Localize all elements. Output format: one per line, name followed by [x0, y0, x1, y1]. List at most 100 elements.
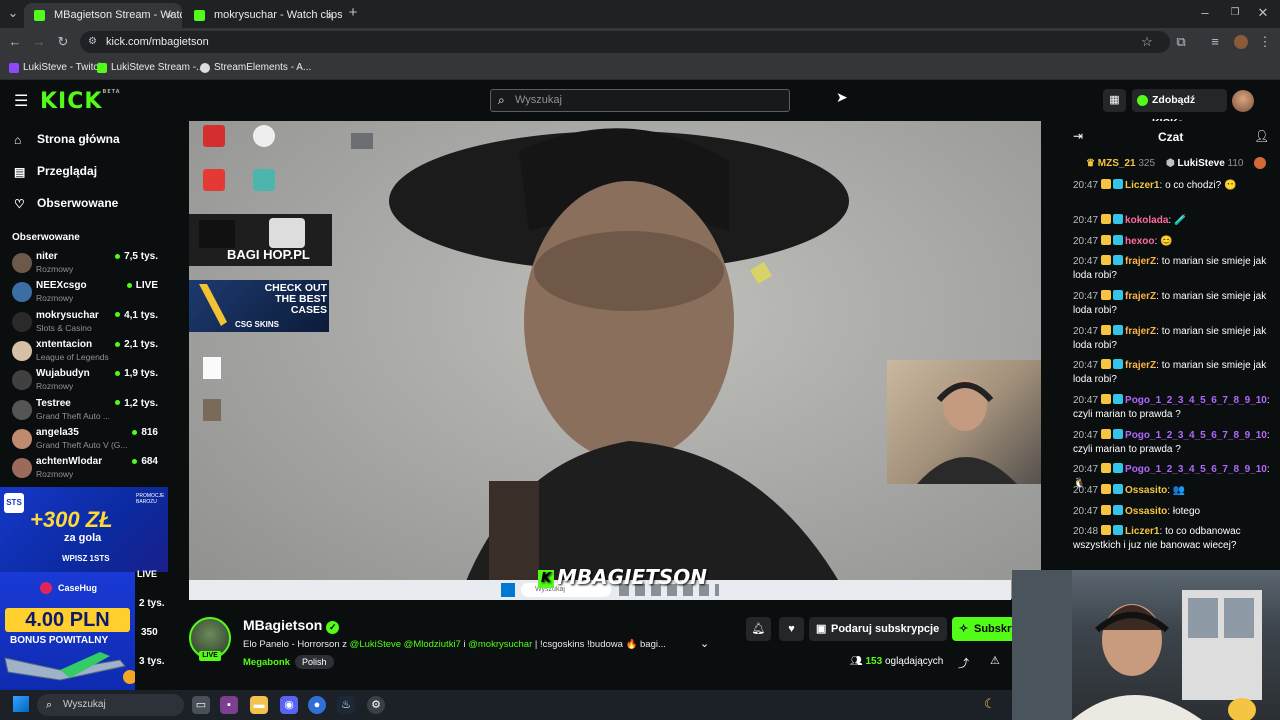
share-icon[interactable]: ⤴: [958, 655, 969, 671]
hamburger-menu-icon[interactable]: ☰: [14, 91, 28, 111]
close-window-icon[interactable]: ✕: [1254, 4, 1272, 22]
gifter-leaderboard-item[interactable]: ♛ MZS_21 325: [1086, 158, 1155, 169]
chat-message[interactable]: 20:47 hexoo: 😊: [1073, 235, 1273, 249]
chat-message[interactable]: 20:47 Liczer1: o co chodzi? 😶: [1073, 179, 1273, 193]
chat-message[interactable]: 20:47 kokolada: 🧪: [1073, 214, 1273, 228]
subscribe-button[interactable]: ✧ Subskrybuj: [952, 617, 1014, 641]
bookmark-item[interactable]: StreamElements - A...: [200, 60, 311, 76]
ad1-promo: PROMOCJE BAROZU: [136, 493, 165, 505]
back-icon[interactable]: ←: [6, 33, 24, 51]
stream-language-badge[interactable]: Polish: [295, 655, 334, 669]
chat-username[interactable]: frajerZ: [1125, 256, 1156, 267]
sts-ad-banner[interactable]: STS PROMOCJE BAROZU +300 ZŁ za gola WPIS…: [0, 487, 168, 572]
follow-button[interactable]: ♥: [779, 617, 804, 641]
chat-message[interactable]: 20:47 frajerZ: to marian sie smieje jak l…: [1073, 359, 1273, 387]
chat-message[interactable]: 20:47 Pogo_1_2_3_4_5_6_7_8_9_10: czyli ma…: [1073, 394, 1273, 422]
casehug-ad-banner[interactable]: CaseHug 4.00 PLN BONUS POWITALNY: [0, 572, 135, 690]
gifter-leaderboard-item[interactable]: ⬢ LukiSteve 110: [1166, 158, 1244, 169]
forward-icon[interactable]: →: [30, 33, 48, 51]
stream-category[interactable]: Megabonk: [243, 657, 290, 668]
maximize-icon[interactable]: ❐: [1226, 4, 1244, 22]
followed-channel-item[interactable]: Wujabudyn Rozmowy 1,9 tys.: [12, 367, 162, 395]
extensions-icon[interactable]: ⧉: [1172, 33, 1190, 51]
app-icon[interactable]: ⚙: [367, 696, 385, 714]
streamer-name[interactable]: MBagietson ✓: [243, 617, 340, 634]
followed-channel-item[interactable]: xntentacion League of Legends 2,1 tys.: [12, 338, 162, 366]
followed-channel-item[interactable]: angela35 Grand Theft Auto V (G... 816: [12, 426, 162, 454]
nav-browse[interactable]: ▤ Przeglądaj: [14, 162, 97, 180]
close-tab-icon[interactable]: ×: [326, 3, 334, 28]
chat-username[interactable]: hexoo: [1125, 236, 1154, 247]
chat-username[interactable]: Pogo_1_2_3_4_5_6_7_8_9_10: [1125, 464, 1267, 475]
steam-icon[interactable]: ♨: [337, 696, 355, 714]
followed-channel-item[interactable]: NEEXcsgo Rozmowy LIVE: [12, 279, 162, 307]
chat-username[interactable]: frajerZ: [1125, 326, 1156, 337]
bookmark-item[interactable]: LukiSteve Stream -...: [97, 60, 204, 76]
minimize-icon[interactable]: –: [1196, 4, 1214, 22]
sts-logo-icon: STS: [4, 493, 24, 513]
close-tab-icon[interactable]: ×: [166, 3, 174, 28]
title-mention[interactable]: @LukiSteve @Mlodziutki7: [350, 639, 461, 650]
chat-message[interactable]: 20:47 frajerZ: to marian sie smieje jak l…: [1073, 325, 1273, 353]
leaderboard-more-icon[interactable]: [1254, 157, 1266, 169]
channel-name: Wujabudyn: [36, 368, 90, 380]
nav-home[interactable]: ⌂ Strona główna: [14, 130, 120, 148]
bookmark-label: LukiSteve - Twitch: [23, 62, 104, 73]
chat-timestamp: 20:47: [1073, 395, 1099, 406]
chat-username[interactable]: frajerZ: [1125, 291, 1156, 302]
url-field[interactable]: ⚙ kick.com/mbagietson: [80, 31, 1170, 53]
followed-channel-item[interactable]: niter Rozmowy 7,5 tys.: [12, 250, 162, 278]
chat-message[interactable]: 20:47 Pogo_1_2_3_4_5_6_7_8_9_10: czyli ma…: [1073, 429, 1273, 457]
tab-list-icon[interactable]: ⌄: [4, 4, 22, 22]
media-icon[interactable]: ≡: [1206, 33, 1224, 51]
title-mention[interactable]: @mokrysuchar: [468, 639, 532, 650]
chat-message[interactable]: 20:47 Ossasito: 👥: [1073, 484, 1273, 498]
video-player[interactable]: BAGI HOP.PL CHECK OUT THE BEST CASES CSG…: [189, 121, 1041, 599]
file-explorer-icon[interactable]: ▬: [250, 696, 268, 714]
reload-icon[interactable]: ↻: [54, 33, 72, 51]
user-avatar[interactable]: [1232, 90, 1254, 112]
browser-tab-active[interactable]: MBagietson Stream - Watch Liv ×: [24, 3, 182, 28]
chat-username[interactable]: Pogo_1_2_3_4_5_6_7_8_9_10: [1125, 395, 1267, 406]
expand-title-chevron-icon[interactable]: ⌄: [700, 637, 709, 650]
browser-menu-icon[interactable]: ⋮: [1256, 33, 1274, 51]
get-kicks-button[interactable]: Zdobądź KICKs: [1132, 89, 1227, 129]
chat-username[interactable]: frajerZ: [1125, 360, 1156, 371]
browser-tab[interactable]: mokrysuchar - Watch clips on K ×: [184, 3, 342, 28]
chat-username[interactable]: kokolada: [1125, 215, 1168, 226]
chat-users-icon[interactable]: 👤︎: [1254, 129, 1269, 143]
chat-message[interactable]: 20:47 frajerZ: to marian sie smieje jak l…: [1073, 290, 1273, 318]
taskbar-search[interactable]: ⌕ Wyszukaj: [37, 694, 184, 716]
bookmark-star-icon[interactable]: ☆: [1138, 33, 1156, 51]
followed-channel-item[interactable]: achtenWlodar Rozmowy 684: [12, 455, 162, 483]
chat-message[interactable]: 20:48 Liczer1: to co odbanowac wszystkich…: [1073, 525, 1273, 553]
discord-icon[interactable]: ◉: [280, 696, 298, 714]
chat-message[interactable]: 20:47 Ossasito: łotego: [1073, 505, 1273, 519]
followed-channel-item[interactable]: Testree Grand Theft Auto ... 1,2 tys.: [12, 397, 162, 425]
site-info-icon[interactable]: ⚙: [88, 31, 97, 53]
gift-sub-label: Podaruj subskrypcje: [831, 623, 940, 635]
app-icon[interactable]: ▪: [220, 696, 238, 714]
nav-following[interactable]: ♡ Obserwowane: [14, 194, 118, 212]
followed-channel-item[interactable]: mokrysuchar Slots & Casino 4,1 tys.: [12, 309, 162, 337]
collapse-chat-icon[interactable]: ⇥: [1073, 129, 1083, 143]
chat-username[interactable]: Liczer1: [1125, 180, 1159, 191]
search-input[interactable]: ⌕ Wyszukaj: [490, 89, 790, 112]
chat-username[interactable]: Liczer1: [1125, 526, 1159, 537]
live-badge: LIVE: [199, 651, 221, 661]
windows-start-icon[interactable]: [13, 696, 29, 712]
chat-username[interactable]: Ossasito: [1125, 506, 1167, 517]
task-view-icon[interactable]: ▭: [192, 696, 210, 714]
bookmark-item[interactable]: LukiSteve - Twitch: [9, 60, 104, 76]
new-tab-icon[interactable]: +: [344, 4, 362, 22]
report-icon[interactable]: ⚠: [990, 654, 1000, 667]
notifications-button[interactable]: 🔔︎: [746, 617, 771, 641]
dashboard-icon[interactable]: ▦: [1103, 89, 1126, 112]
chat-username[interactable]: Pogo_1_2_3_4_5_6_7_8_9_10: [1125, 430, 1267, 441]
chat-username[interactable]: Ossasito: [1125, 485, 1167, 496]
kick-logo[interactable]: KICKBETA: [40, 89, 121, 114]
chrome-icon[interactable]: ●: [308, 696, 326, 714]
chat-message[interactable]: 20:47 frajerZ: to marian sie smieje jak l…: [1073, 255, 1273, 283]
profile-avatar[interactable]: [1234, 35, 1248, 49]
gift-sub-button[interactable]: ▣ Podaruj subskrypcje: [809, 617, 947, 641]
